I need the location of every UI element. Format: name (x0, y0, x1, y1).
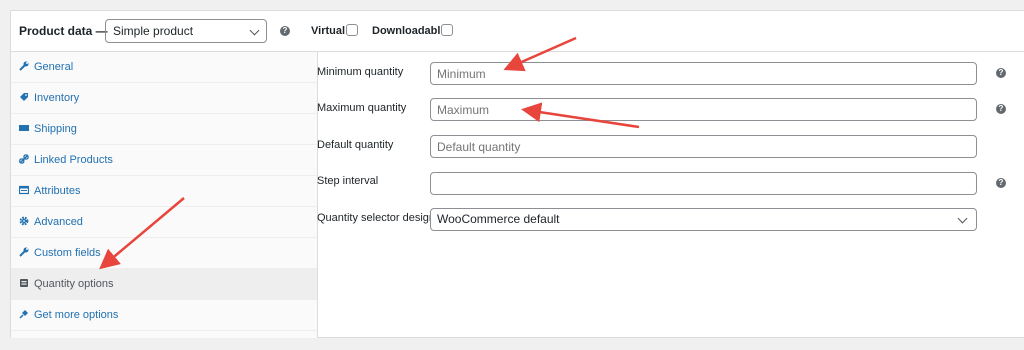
virtual-checkbox[interactable] (346, 24, 358, 36)
minimum-quantity-label: Minimum quantity (317, 66, 404, 78)
maximum-quantity-label: Maximum quantity (317, 102, 407, 114)
step-interval-label: Step interval (317, 175, 379, 187)
plugin-icon (19, 310, 28, 319)
help-icon[interactable]: ? (280, 26, 290, 36)
link-icon (19, 154, 29, 164)
tab-label: Quantity options (34, 278, 114, 290)
chevron-down-icon (249, 25, 260, 36)
maximum-quantity-input[interactable] (430, 98, 977, 121)
product-type-select[interactable]: Simple product (105, 19, 267, 43)
tab-label: Linked Products (34, 154, 113, 166)
tab-inventory[interactable]: Inventory (11, 83, 317, 114)
product-data-tabs: General Inventory Shipping Linked Produc… (11, 52, 318, 338)
virtual-label: Virtual: (311, 25, 349, 37)
tab-label: Shipping (34, 123, 77, 135)
help-icon[interactable]: ? (996, 68, 1006, 78)
chevron-down-icon (957, 213, 968, 224)
default-quantity-input[interactable] (430, 135, 977, 158)
truck-icon (19, 125, 29, 131)
table-icon (19, 185, 29, 195)
tab-shipping[interactable]: Shipping (11, 114, 317, 145)
tab-linked-products[interactable]: Linked Products (11, 145, 317, 176)
tab-quantity-options[interactable]: Quantity options (11, 269, 317, 300)
minimum-quantity-input[interactable] (430, 62, 977, 85)
tab-advanced[interactable]: Advanced (11, 207, 317, 238)
step-interval-input[interactable] (430, 172, 977, 195)
product-data-header: Product data — Simple product ? Virtual:… (11, 11, 1024, 52)
tag-icon (20, 93, 28, 101)
box-icon (20, 279, 28, 287)
product-type-value: Simple product (113, 24, 194, 38)
downloadable-label: Downloadable: (372, 25, 451, 37)
tab-attributes[interactable]: Attributes (11, 176, 317, 207)
tab-label: Attributes (34, 185, 81, 197)
quantity-selector-design-select[interactable]: WooCommerce default (430, 208, 977, 231)
gear-icon (19, 216, 29, 226)
quantity-selector-design-label: Quantity selector design (317, 212, 436, 224)
default-quantity-label: Default quantity (317, 139, 394, 151)
wrench-icon (19, 247, 29, 257)
tab-general[interactable]: General (11, 52, 317, 83)
help-icon[interactable]: ? (996, 178, 1006, 188)
quantity-selector-design-value: WooCommerce default (437, 212, 560, 226)
tab-get-more-options[interactable]: Get more options (11, 300, 317, 331)
product-data-title: Product data — (19, 24, 108, 38)
tab-label: Inventory (34, 92, 80, 104)
tab-custom-fields[interactable]: Custom fields (11, 238, 317, 269)
tab-label: Advanced (34, 216, 83, 228)
downloadable-checkbox[interactable] (441, 24, 453, 36)
wrench-icon (19, 61, 29, 71)
help-icon[interactable]: ? (996, 104, 1006, 114)
tab-label: Get more options (34, 309, 119, 321)
tab-label: Custom fields (34, 247, 101, 259)
tab-label: General (34, 61, 74, 73)
